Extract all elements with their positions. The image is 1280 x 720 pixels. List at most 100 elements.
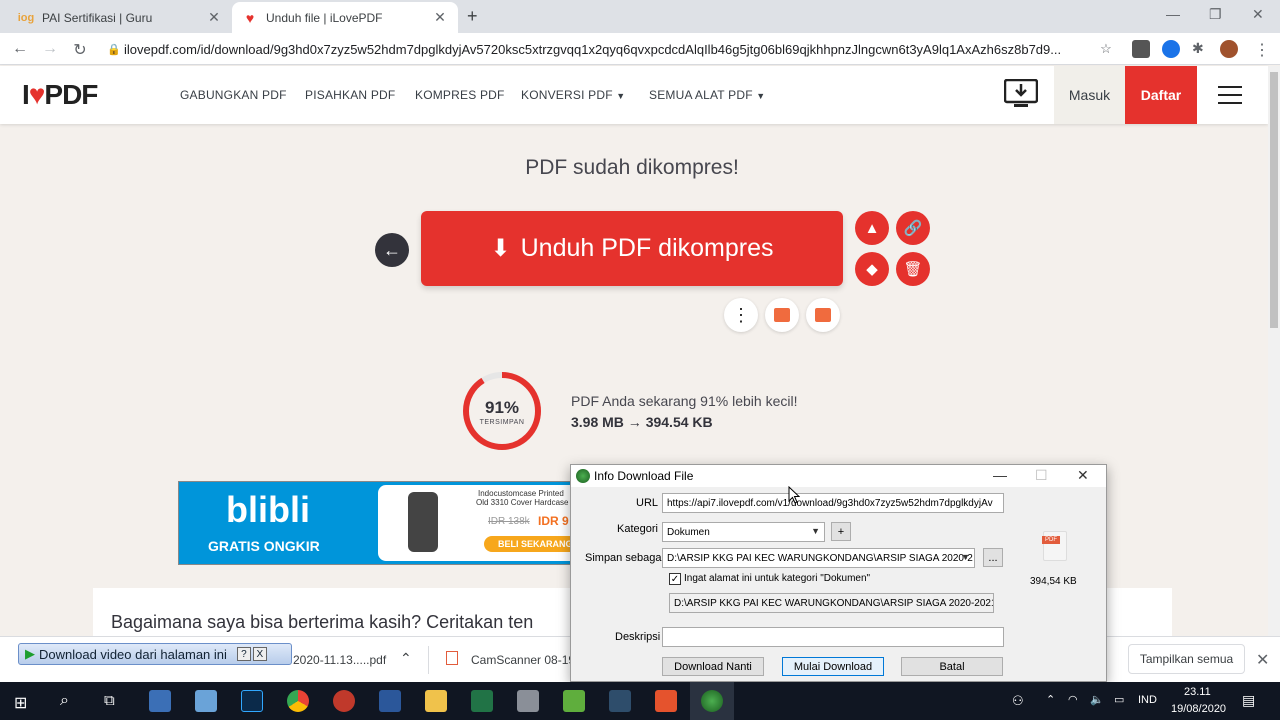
- chevron-up-icon[interactable]: ⌃: [1046, 693, 1055, 706]
- url-field[interactable]: https://api7.ilovepdf.com/v1/download/9g…: [662, 493, 1004, 513]
- caret-down-icon: ▼: [756, 91, 766, 101]
- start-download-button[interactable]: Mulai Download: [782, 657, 884, 676]
- link-icon[interactable]: 🔗: [896, 211, 930, 245]
- dialog-minimize-icon[interactable]: —: [993, 467, 1007, 483]
- save-as-select[interactable]: D:\ARSIP KKG PAI KEC WARUNGKONDANG\ARSIP…: [662, 548, 975, 568]
- desktop-download-icon[interactable]: [1003, 78, 1039, 109]
- address-bar[interactable]: 🔒 ilovepdf.com/id/download/9g3hd0x7zyz5w…: [104, 37, 1116, 61]
- back-circle-icon[interactable]: ←: [375, 233, 409, 267]
- notification-icon[interactable]: ▤: [1242, 692, 1255, 709]
- dialog-close-icon[interactable]: ✕: [1077, 467, 1089, 484]
- nav-semua-alat[interactable]: SEMUA ALAT PDF ▼: [649, 88, 765, 102]
- login-button[interactable]: Masuk: [1054, 66, 1125, 124]
- close-tab-icon[interactable]: ✕: [206, 9, 222, 26]
- reload-icon[interactable]: ↻: [70, 40, 90, 60]
- nav-pisahkan[interactable]: PISAHKAN PDF: [305, 88, 395, 102]
- blibli-logo: blibli: [226, 489, 310, 530]
- folder-app-icon[interactable]: [425, 690, 447, 712]
- download-later-button[interactable]: Download Nanti: [662, 657, 764, 676]
- show-all-button[interactable]: Tampilkan semua: [1128, 644, 1245, 674]
- app-icon[interactable]: [517, 690, 539, 712]
- language-indicator[interactable]: IND: [1138, 694, 1157, 706]
- idm-globe-icon: [576, 469, 590, 483]
- chrome-app-icon[interactable]: [287, 690, 309, 712]
- photoshop-app-icon[interactable]: [241, 690, 263, 712]
- minimize-icon[interactable]: —: [1166, 6, 1180, 22]
- nav-kompres[interactable]: KOMPRES PDF: [415, 88, 505, 102]
- task-view-icon[interactable]: ⧉: [104, 692, 115, 709]
- dialog-title: Info Download File: [594, 469, 694, 483]
- ilovepdf-logo[interactable]: I♥PDF: [22, 79, 98, 111]
- menu-dots-icon[interactable]: ⋮: [1252, 40, 1272, 60]
- download-compressed-button[interactable]: ⬇ Unduh PDF dikompres: [421, 211, 843, 286]
- tool-icon-2[interactable]: [806, 298, 840, 332]
- new-tab-icon[interactable]: +: [467, 6, 478, 27]
- extension-icon[interactable]: [1132, 40, 1150, 58]
- download-item-2[interactable]: CamScanner 08-19...: [471, 653, 585, 667]
- app-icon[interactable]: [609, 690, 631, 712]
- calculator-app-icon[interactable]: [195, 690, 217, 712]
- tab-title: PAI Sertifikasi | Guru: [42, 10, 153, 25]
- profile-avatar[interactable]: [1220, 40, 1238, 58]
- deskripsi-field[interactable]: [662, 627, 1004, 647]
- phone-image: [408, 492, 438, 552]
- search-icon[interactable]: ⌕: [60, 692, 69, 710]
- ad-new-price: IDR 9: [538, 514, 569, 528]
- signup-button[interactable]: Daftar: [1125, 66, 1197, 124]
- clock-date[interactable]: 19/08/2020: [1171, 703, 1226, 715]
- download-video-label: Download video dari halaman ini: [39, 646, 227, 662]
- feedback-text: Bagaimana saya bisa berterima kasih? Cer…: [111, 612, 534, 632]
- scrollbar-thumb[interactable]: [1270, 72, 1278, 328]
- hamburger-menu-icon[interactable]: [1218, 86, 1242, 104]
- remember-checkbox[interactable]: ✓: [669, 573, 681, 585]
- network-icon[interactable]: ◠: [1068, 693, 1078, 706]
- close-tab-icon[interactable]: ✕: [432, 9, 448, 26]
- dropbox-icon[interactable]: ◆: [855, 252, 889, 286]
- explorer-app-icon[interactable]: [149, 690, 171, 712]
- google-drive-icon[interactable]: ▲: [855, 211, 889, 245]
- ad-product-line2: Old 3310 Cover Hardcase: [476, 498, 569, 507]
- trash-icon[interactable]: 🗑: [896, 252, 930, 286]
- back-arrow-icon[interactable]: ←: [10, 40, 30, 58]
- download-label: Unduh PDF dikompres: [520, 234, 774, 262]
- help-icon[interactable]: ?: [236, 647, 251, 661]
- people-icon[interactable]: ⚇: [1012, 693, 1024, 709]
- tool-icon-1[interactable]: [765, 298, 799, 332]
- more-dots-icon[interactable]: ⋮: [724, 298, 758, 332]
- app-icon[interactable]: [563, 690, 585, 712]
- ad-buy-button[interactable]: BELI SEKARANG: [484, 536, 584, 552]
- clock-time[interactable]: 23.11: [1184, 686, 1211, 698]
- nav-konversi[interactable]: KONVERSI PDF ▼: [521, 88, 625, 102]
- app-icon[interactable]: [333, 690, 355, 712]
- forward-arrow-icon[interactable]: →: [40, 40, 60, 58]
- download-icon: ⬇: [490, 235, 511, 262]
- browse-button[interactable]: ...: [983, 548, 1003, 567]
- add-category-button[interactable]: +: [831, 522, 851, 541]
- download-video-button[interactable]: ▶ Download video dari halaman ini ? X: [18, 643, 292, 665]
- chevron-up-icon[interactable]: ⌃: [400, 650, 412, 667]
- app-icon[interactable]: [655, 690, 677, 712]
- close-window-icon[interactable]: ✕: [1252, 6, 1264, 23]
- kategori-select[interactable]: Dokumen ▼: [662, 522, 825, 542]
- battery-icon[interactable]: ▭: [1114, 693, 1124, 706]
- extension-play-icon[interactable]: [1162, 40, 1180, 58]
- tab-ilovepdf[interactable]: ♥ Unduh file | iLovePDF ✕: [232, 2, 458, 33]
- cancel-button[interactable]: Batal: [901, 657, 1003, 676]
- star-icon[interactable]: ☆: [1096, 41, 1116, 57]
- heart-logo-icon: ♥: [28, 79, 46, 110]
- close-shelf-icon[interactable]: ✕: [1256, 650, 1269, 670]
- nav-semua-label: SEMUA ALAT PDF: [649, 88, 753, 102]
- word-app-icon[interactable]: [379, 690, 401, 712]
- volume-icon[interactable]: 🔈: [1090, 693, 1104, 706]
- close-icon[interactable]: X: [252, 647, 267, 661]
- windows-start-icon[interactable]: ⊞: [14, 693, 27, 713]
- ad-product-line1: Indocustomcase Printed: [478, 489, 564, 498]
- nav-gabungkan[interactable]: GABUNGKAN PDF: [180, 88, 287, 102]
- excel-app-icon[interactable]: [471, 690, 493, 712]
- puzzle-icon[interactable]: ✱: [1192, 40, 1210, 58]
- tab-pai-sertifikasi[interactable]: iog PAI Sertifikasi | Guru ✕: [8, 2, 232, 33]
- download-item-1[interactable]: 2020-11.13.....pdf: [293, 653, 386, 667]
- idm-app-icon[interactable]: [701, 690, 723, 712]
- dialog-maximize-icon[interactable]: ☐: [1035, 467, 1048, 484]
- maximize-icon[interactable]: ❐: [1209, 6, 1222, 23]
